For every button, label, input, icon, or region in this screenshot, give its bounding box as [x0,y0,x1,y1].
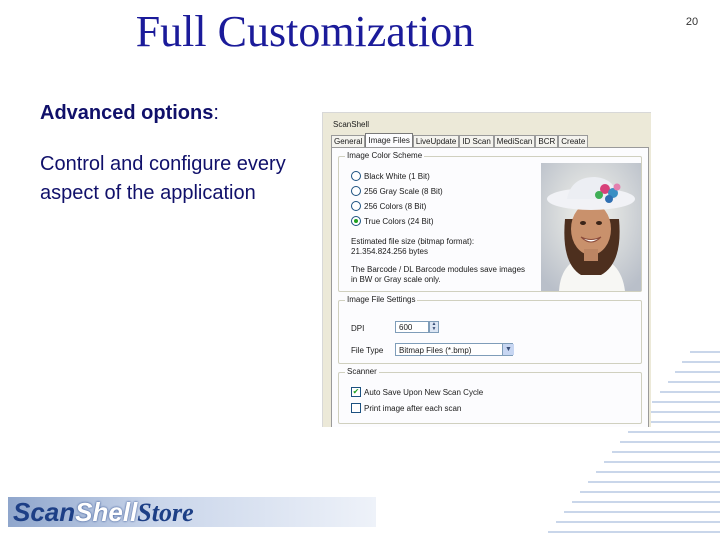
radio-black-white[interactable]: Black White (1 Bit) [351,171,430,181]
image-file-settings-label: Image File Settings [345,295,418,304]
spin-down-icon[interactable]: ▼ [430,327,438,332]
scanshell-logo: ScanShellStore [13,497,194,528]
file-type-label: File Type [351,346,384,355]
logo-part-shell: Shell [75,497,138,527]
bullet-advanced-options-bold: Advanced options [40,102,214,124]
radio-label: 256 Gray Scale (8 Bit) [364,186,443,196]
radio-circle[interactable] [351,171,361,181]
slide-number: 20 [685,16,699,28]
barcode-note-line-1: The Barcode / DL Barcode modules save im… [351,265,526,274]
checkbox-auto-save[interactable]: ✔ Auto Save Upon New Scan Cycle [351,387,483,397]
scanner-group: Scanner ✔ Auto Save Upon New Scan Cycle P… [338,367,642,424]
checkmark-icon[interactable]: ✔ [351,387,361,397]
chevron-down-icon[interactable]: ▼ [502,344,514,355]
image-file-settings-group: Image File Settings DPI 600 ▲ ▼ File Type… [338,295,642,364]
radio-circle[interactable] [351,201,361,211]
estimated-size-label: Estimated file size (bitmap format): [351,237,475,246]
scanshell-settings-dialog: ScanShell General Image Files LiveUpdate ID… [322,112,651,427]
tab-strip: General Image Files LiveUpdate ID Scan MediS… [331,133,589,148]
radio-true-colors[interactable]: True Colors (24 Bit) [351,216,434,226]
tab-image-files[interactable]: Image Files [365,133,413,148]
radio-label: True Colors (24 Bit) [364,216,434,226]
dpi-input[interactable]: 600 [395,321,429,333]
dialog-title: ScanShell [333,120,370,129]
estimated-size-value: 21.354.824.256 bytes [351,247,428,256]
radio-label: 256 Colors (8 Bit) [364,201,427,211]
color-scheme-group: Image Color Scheme Black White (1 Bit) 2… [338,151,642,292]
radio-circle[interactable] [351,186,361,196]
slide-title: Full Customization [135,7,475,56]
radio-gray-scale[interactable]: 256 Gray Scale (8 Bit) [351,186,443,196]
file-type-select[interactable]: Bitmap Files (*.bmp) [395,343,513,356]
checkbox-label: Print image after each scan [364,403,462,413]
scanner-label: Scanner [345,367,379,376]
bullet-advanced-options: Advanced options: [40,102,219,125]
bullet-line-2: aspect of the application [40,182,256,204]
barcode-note-line-2: in BW or Gray scale only. [351,275,441,284]
bullet-control-configure: Control and configure every aspect of th… [40,150,322,210]
color-scheme-label: Image Color Scheme [345,151,425,160]
bullet-line-1: Control and configure every [40,153,286,175]
dpi-spinner[interactable]: ▲ ▼ [429,321,439,333]
radio-circle-selected[interactable] [351,216,361,226]
logo-part-scan: Scan [13,497,76,527]
radio-label: Black White (1 Bit) [364,171,430,181]
dpi-label: DPI [351,324,365,333]
checkbox-empty[interactable] [351,403,361,413]
radio-256-colors[interactable]: 256 Colors (8 Bit) [351,201,426,211]
checkbox-label: Auto Save Upon New Scan Cycle [364,387,484,397]
checkbox-print-image[interactable]: Print image after each scan [351,403,461,413]
image-files-panel: Image Color Scheme Black White (1 Bit) 2… [331,147,649,427]
sample-photo-preview [541,163,641,291]
logo-part-store: Store [137,498,194,527]
bullet-advanced-options-colon: : [213,102,219,124]
